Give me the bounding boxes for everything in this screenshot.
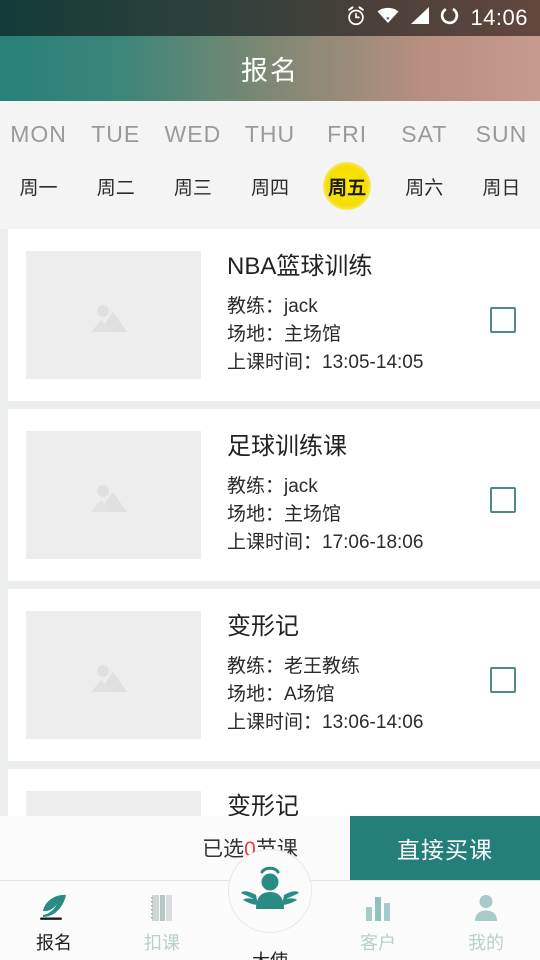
day-circle-selected: 周五 [323,162,372,210]
day-label-cn: 周四 [250,177,289,199]
course-title: 足球训练课 [227,432,347,460]
course-venue: 场地：主场馆 [227,323,342,345]
day-circle: 周四 [246,162,294,210]
course-title: 变形记 [227,792,299,816]
day-tab-sun[interactable]: SUN 周日 [463,101,540,229]
course-info: 变形记 教练：老王教练 场地：A场馆 上课时间：13:06-14:06 [227,611,466,739]
day-label-cn: 周二 [96,177,135,199]
course-select-area[interactable] [466,667,540,693]
course-card[interactable]: 变形记 教练：老王教练 场地：A场馆 上课时间：13:06-14:06 [8,769,540,816]
tab-label: 我的 [468,933,504,953]
course-card[interactable]: 足球训练课 教练：jack 场地：主场馆 上课时间：17:06-18:06 [8,409,540,581]
person-icon [472,891,500,925]
day-label-en: THU [244,121,296,147]
course-coach: 教练：jack [227,296,318,318]
wifi-icon [376,6,400,31]
tab-customers[interactable]: 客户 [324,881,432,960]
bar-chart-icon [363,891,393,925]
status-icons [345,5,460,32]
day-label-en: FRI [327,121,368,147]
center-tab-circle[interactable] [228,849,312,933]
tab-signup[interactable]: 报名 [0,881,108,960]
course-info: 足球训练课 教练：jack 场地：主场馆 上课时间：17:06-18:06 [227,431,466,559]
day-label-cn: 周一 [19,177,58,199]
page-header: 报名 [0,36,540,101]
day-label-en: WED [164,121,222,147]
day-tab-wed[interactable]: WED 周三 [154,101,231,229]
tab-label: 扣课 [144,933,180,953]
status-bar: 14:06 [0,0,540,36]
day-circle: 周三 [169,162,217,210]
course-info: 变形记 教练：老王教练 场地：A场馆 上课时间：13:06-14:06 [227,791,466,816]
feather-icon [37,891,71,925]
app-screen: 14:06 报名 MON 周一 TUE 周二 WED 周三 THU 周四 FRI… [0,0,540,960]
tab-label: 客户 [360,933,396,953]
course-list[interactable]: NBA篮球训练 教练：jack 场地：主场馆 上课时间：13:05-14:05 … [0,229,540,816]
day-label-en: SAT [401,121,448,147]
course-select-area[interactable] [466,307,540,333]
course-title: 变形记 [227,612,299,640]
day-tab-tue[interactable]: TUE 周二 [77,101,154,229]
course-venue: 场地：主场馆 [227,503,342,525]
bottom-tab-bar: 报名 扣课 客户 我的 [0,849,540,960]
tab-ambassador[interactable]: 大使 [216,849,324,960]
day-label-cn: 周五 [328,177,367,199]
course-thumbnail [26,251,201,379]
alarm-clock-icon [345,5,367,32]
course-info: NBA篮球训练 教练：jack 场地：主场馆 上课时间：13:05-14:05 [227,251,466,379]
page-title: 报名 [241,56,299,86]
day-circle: 周六 [400,162,448,210]
day-label-cn: 周六 [405,177,444,199]
course-coach: 教练：jack [227,476,318,498]
day-circle: 周一 [15,162,63,210]
tab-label: 报名 [36,933,72,953]
battery-ring-icon [439,5,460,31]
tab-deduct[interactable]: 扣课 [108,881,216,960]
day-label-en: TUE [91,121,141,147]
day-tab-sat[interactable]: SAT 周六 [386,101,463,229]
day-circle: 周日 [477,162,525,210]
day-tab-thu[interactable]: THU 周四 [231,101,308,229]
notebook-icon [148,891,176,925]
day-label-cn: 周三 [173,177,212,199]
angel-icon [240,860,300,923]
course-checkbox[interactable] [490,487,516,513]
week-selector: MON 周一 TUE 周二 WED 周三 THU 周四 FRI 周五 SAT 周… [0,101,540,229]
course-time: 上课时间：13:05-14:05 [227,351,424,373]
day-label-en: SUN [475,121,528,147]
course-thumbnail [26,611,201,739]
course-checkbox[interactable] [490,667,516,693]
course-card[interactable]: 变形记 教练：老王教练 场地：A场馆 上课时间：13:06-14:06 [8,589,540,761]
course-thumbnail [26,431,201,559]
course-time: 上课时间：17:06-18:06 [227,531,424,553]
course-checkbox[interactable] [490,307,516,333]
status-time: 14:06 [470,5,528,30]
tab-mine[interactable]: 我的 [432,881,540,960]
day-tab-fri[interactable]: FRI 周五 [309,101,386,229]
day-circle: 周二 [92,162,140,210]
tab-label: 大使 [252,947,288,960]
day-label-cn: 周日 [482,177,521,199]
course-time: 上课时间：13:06-14:06 [227,711,424,733]
day-label-en: MON [10,121,67,147]
course-coach: 教练：老王教练 [227,656,361,678]
course-title: NBA篮球训练 [227,252,373,280]
course-thumbnail [26,791,201,816]
day-tab-mon[interactable]: MON 周一 [0,101,77,229]
course-select-area[interactable] [466,487,540,513]
buy-course-button[interactable]: 直接买课 [350,816,540,880]
selected-prefix: 已选 [202,838,245,861]
course-venue: 场地：A场馆 [227,683,335,705]
course-card[interactable]: NBA篮球训练 教练：jack 场地：主场馆 上课时间：13:05-14:05 [8,229,540,401]
signal-icon [409,6,430,30]
